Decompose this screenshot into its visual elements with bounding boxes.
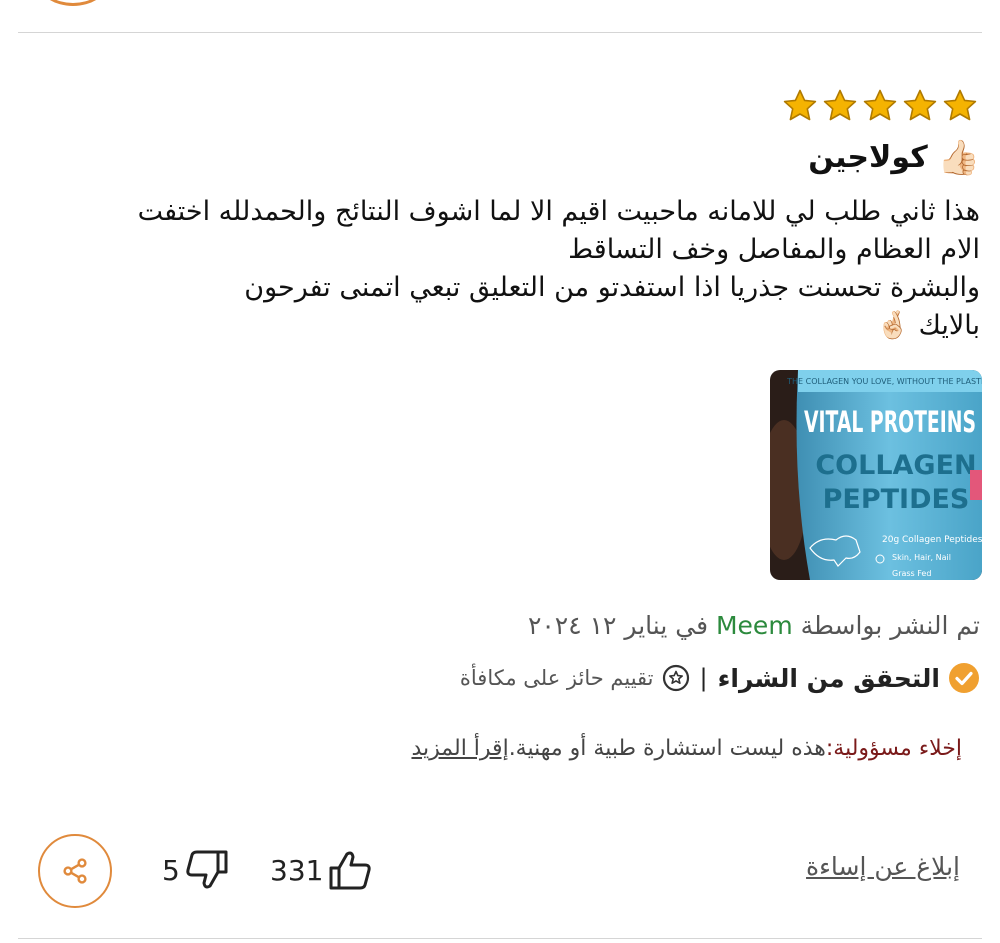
star-icon: [823, 89, 857, 121]
award-star-icon: [662, 664, 689, 692]
jar-detail3: Grass Fed: [892, 569, 931, 578]
disclaimer-text: هذه ليست استشارة طبية أو مهنية.: [508, 736, 826, 761]
helpful-button[interactable]: 331: [270, 848, 373, 892]
posted-prefix: تم النشر بواسطة: [800, 611, 980, 640]
verified-check-icon: [949, 663, 979, 693]
jar-brand: VITAL PROTEINS: [804, 405, 976, 439]
review-body-text: بالايك: [918, 310, 980, 341]
posted-info: تم النشر بواسطة Meem في يناير ١٢ ٢٠٢٤: [528, 611, 980, 640]
review-title-row: كولاجين 👍🏻: [808, 140, 980, 175]
review-body: هذا ثاني طلب لي للامانه ماحبيت اقيم الا …: [15, 193, 980, 345]
star-icon: [783, 89, 817, 121]
award-review-label: تقييم حائز على مكافأة: [459, 666, 654, 690]
jar-detail2: Skin, Hair, Nail: [892, 553, 951, 562]
star-icon: [863, 89, 897, 121]
disclaimer-label: إخلاء مسؤولية:: [825, 736, 962, 761]
review-body-line-last: بالايك 🤞🏻: [15, 307, 980, 345]
thumbs-up-icon: [329, 851, 372, 890]
thumbs-up-emoji: 👍🏻: [937, 137, 980, 178]
disclaimer: إخلاء مسؤولية:هذه ليست استشارة طبية أو م…: [411, 736, 962, 761]
helpful-count: 331: [270, 853, 324, 887]
report-abuse-link[interactable]: إبلاغ عن إساءة: [806, 852, 960, 881]
review-photo[interactable]: THE COLLAGEN YOU LOVE, WITHOUT THE PLAST…: [770, 370, 982, 580]
share-icon: [63, 858, 87, 884]
star-rating: [782, 88, 978, 124]
divider-bottom: [18, 938, 982, 939]
star-icon: [943, 89, 977, 121]
collagen-product-photo: THE COLLAGEN YOU LOVE, WITHOUT THE PLAST…: [770, 370, 982, 580]
unhelpful-button[interactable]: 5: [162, 848, 230, 892]
verified-purchase-row: التحقق من الشراء | تقييم حائز على مكافأة: [460, 662, 980, 694]
previous-share-button-edge: [38, 0, 108, 6]
review-body-line: هذا ثاني طلب لي للامانه ماحبيت اقيم الا …: [137, 196, 980, 227]
crossed-fingers-emoji: 🤞🏻: [876, 310, 910, 341]
jar-product-line1: COLLAGEN: [815, 450, 976, 481]
unhelpful-count: 5: [162, 853, 180, 887]
review-title: كولاجين: [808, 140, 928, 175]
jar-detail1: 20g Collagen Peptides: [882, 535, 982, 545]
thumbs-down-icon: [186, 850, 228, 889]
share-button[interactable]: [38, 834, 112, 908]
posted-date: في يناير ١٢ ٢٠٢٤: [527, 611, 709, 640]
read-more-link[interactable]: إقرأ المزيد: [411, 736, 508, 761]
jar-arc-text: THE COLLAGEN YOU LOVE, WITHOUT THE PLAST…: [786, 377, 982, 386]
review-card: كولاجين 👍🏻 هذا ثاني طلب لي للامانه ماحبي…: [0, 0, 1000, 943]
separator: |: [699, 664, 708, 692]
star-icon: [903, 89, 937, 121]
verified-purchase-label: التحقق من الشراء: [717, 663, 940, 693]
author-name[interactable]: Meem: [716, 611, 793, 640]
review-body-line: الام العظام والمفاصل وخف التساقط: [568, 234, 980, 265]
review-body-line: والبشرة تحسنت جذريا اذا استفدتو من التعل…: [244, 272, 980, 303]
divider-top: [18, 32, 982, 33]
jar-product-line2: PEPTIDES: [823, 484, 970, 515]
